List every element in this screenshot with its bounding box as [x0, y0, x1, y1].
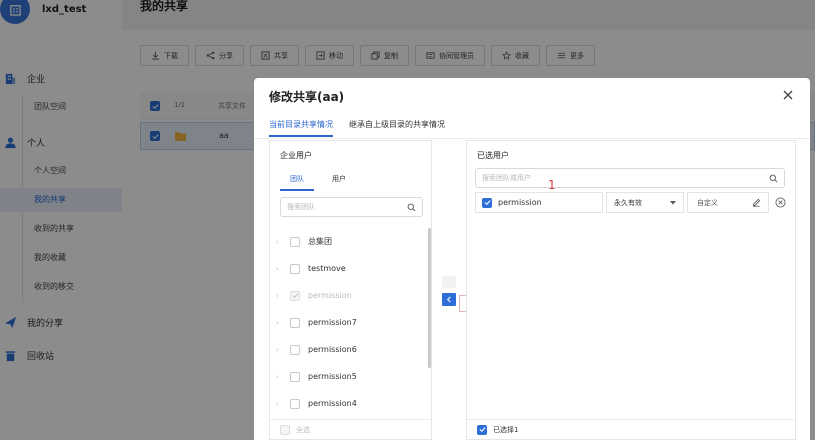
- tree-checkbox[interactable]: [290, 317, 300, 328]
- permission-value: 自定义: [697, 198, 718, 207]
- panel-title: 企业用户: [280, 151, 312, 160]
- check-icon: [483, 200, 491, 206]
- tree-item[interactable]: › permission5: [270, 363, 425, 390]
- tree-item[interactable]: › 总集团: [270, 228, 425, 255]
- dialog-tabs: 当前目录共享情况 继承自上级目录的共享情况: [269, 119, 445, 137]
- select-all-label: 全选: [296, 425, 310, 434]
- expand-arrow-icon[interactable]: ›: [276, 346, 282, 354]
- expand-arrow-icon[interactable]: ›: [276, 292, 282, 300]
- edit-share-dialog: 修改共享(aa) 当前目录共享情况 继承自上级目录的共享情况 企业用户 团队 用…: [254, 78, 810, 440]
- validity-select[interactable]: 永久有效: [606, 192, 684, 213]
- tree-item-label: testmove: [308, 264, 346, 273]
- expand-arrow-icon[interactable]: ›: [276, 238, 282, 246]
- enterprise-users-panel: 企业用户 团队 用户 › 总集团 › testmove ›: [269, 140, 432, 440]
- tree-item-label: 总集团: [308, 237, 332, 246]
- tab-inherited[interactable]: 继承自上级目录的共享情况: [349, 119, 445, 137]
- tree-item-label: permission7: [308, 318, 357, 327]
- tree-item[interactable]: › permission4: [270, 390, 425, 417]
- move-right-button: [442, 276, 456, 288]
- tab-teams[interactable]: 团队: [280, 174, 314, 191]
- remove-circle-icon[interactable]: [775, 197, 786, 208]
- expand-arrow-icon[interactable]: ›: [276, 319, 282, 327]
- chevron-left-icon: [446, 296, 451, 303]
- search-icon[interactable]: [769, 174, 778, 183]
- tree-checkbox[interactable]: [290, 371, 300, 382]
- close-icon[interactable]: [782, 89, 794, 101]
- tree-item[interactable]: › permission6: [270, 336, 425, 363]
- check-icon: [478, 427, 486, 433]
- selected-search: [475, 168, 785, 188]
- check-icon: [292, 293, 299, 298]
- tree-item: › permission: [270, 282, 425, 309]
- permission-field[interactable]: 自定义: [687, 192, 769, 213]
- tree-item-label: permission: [308, 291, 352, 300]
- team-tree: › 总集团 › testmove › permission › permissi…: [270, 228, 425, 417]
- selected-search-input[interactable]: [482, 174, 769, 182]
- selected-all-checkbox[interactable]: [477, 424, 487, 435]
- tree-checkbox[interactable]: [290, 344, 300, 355]
- edit-pencil-icon[interactable]: [752, 198, 761, 207]
- tree-item[interactable]: › permission7: [270, 309, 425, 336]
- dialog-title: 修改共享(aa): [269, 90, 345, 104]
- team-search: [280, 197, 423, 217]
- tree-scrollbar[interactable]: [428, 228, 431, 368]
- tree-item[interactable]: › testmove: [270, 255, 425, 282]
- tab-current-directory[interactable]: 当前目录共享情况: [269, 119, 333, 137]
- tree-checkbox: [290, 290, 300, 301]
- select-all-checkbox: [280, 424, 290, 435]
- caret-down-icon: [670, 200, 676, 204]
- tab-users[interactable]: 用户: [332, 174, 346, 191]
- tree-item-label: permission6: [308, 345, 357, 354]
- team-search-input[interactable]: [287, 203, 407, 211]
- user-type-tabs: 团队 用户: [280, 174, 346, 191]
- tab-divider: [254, 138, 810, 139]
- expand-arrow-icon[interactable]: ›: [276, 373, 282, 381]
- annotation-1: 1: [548, 178, 556, 192]
- selected-user-row: permission 永久有效 自定义: [475, 192, 790, 213]
- tree-item-label: permission5: [308, 372, 357, 381]
- tree-checkbox[interactable]: [290, 263, 300, 274]
- move-left-button[interactable]: [442, 293, 456, 306]
- selected-count-label: 已选择1: [493, 425, 519, 434]
- selected-user-label: permission: [498, 198, 542, 207]
- right-panel-footer: 已选择1: [467, 419, 795, 439]
- tree-checkbox[interactable]: [290, 236, 300, 247]
- tree-checkbox[interactable]: [290, 398, 300, 409]
- selected-users-panel: 已选用户 1 permission 永久有效 自定义: [466, 140, 796, 440]
- panel-title: 已选用户: [477, 151, 509, 160]
- search-icon[interactable]: [407, 203, 416, 212]
- validity-value: 永久有效: [614, 198, 642, 207]
- selected-user-checkbox[interactable]: [482, 197, 492, 208]
- expand-arrow-icon[interactable]: ›: [276, 400, 282, 408]
- tree-item-label: permission4: [308, 399, 357, 408]
- left-panel-footer: 全选: [270, 419, 431, 439]
- expand-arrow-icon[interactable]: ›: [276, 265, 282, 273]
- selected-user-name[interactable]: permission: [475, 192, 603, 213]
